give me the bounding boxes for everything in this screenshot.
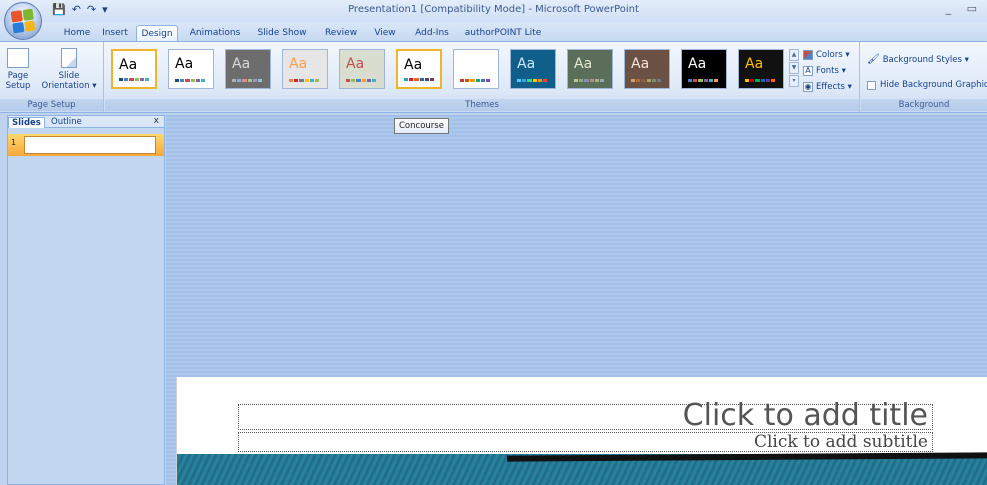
slide-number: 1 [11, 138, 17, 147]
theme-color-bars [517, 79, 548, 82]
theme-color-bars [404, 78, 435, 81]
office-button[interactable] [4, 2, 42, 40]
theme-color-bars [119, 78, 150, 81]
page-setup-label: Page Setup [5, 71, 31, 91]
background-styles-icon: 🖌 [867, 54, 880, 65]
slide-canvas[interactable]: Click to add title Click to add subtitle [176, 377, 987, 485]
theme-thumbnail[interactable]: Aa [453, 49, 499, 89]
tab-slides[interactable]: Slides [8, 117, 45, 128]
effects-button[interactable]: ◉ Effects ▾ [803, 82, 852, 92]
hide-background-graphics[interactable]: Hide Background Graphics [867, 80, 987, 90]
theme-thumbnail[interactable]: Aa [168, 49, 214, 89]
slides-panel: Slides Outline x 1 [7, 115, 165, 485]
title-placeholder[interactable]: Click to add title [238, 401, 933, 431]
theme-color-bars [460, 79, 491, 82]
tab-insert[interactable]: Insert [98, 25, 132, 42]
tab-add-ins[interactable]: Add-Ins [412, 25, 452, 42]
theme-color-bars [688, 79, 719, 82]
colors-icon [803, 50, 813, 60]
themes-group-label: Themes [105, 99, 859, 111]
hide-background-graphics-checkbox[interactable] [867, 80, 876, 90]
page-setup-button[interactable]: Page Setup [2, 48, 34, 91]
theme-color-bars [745, 79, 776, 82]
theme-thumbnail[interactable]: Aa [396, 49, 442, 89]
colors-label: Colors ▾ [816, 50, 850, 60]
ribbon: Page Setup Slide Orientation ▾ Page Setu… [0, 41, 987, 113]
fonts-label: Fonts ▾ [816, 66, 846, 76]
close-panel-icon[interactable]: x [154, 116, 159, 126]
theme-sample-text: Aa [688, 56, 707, 72]
gallery-up-icon[interactable]: ▲ [789, 49, 799, 61]
theme-sample-text: Aa [404, 57, 423, 73]
theme-thumbnail[interactable]: Aa [681, 49, 727, 89]
theme-sample-text: Aa [289, 56, 308, 72]
themes-group: Aa Aa Aa Aa Aa Aa Aa Aa Aa Aa Aa Aa ▲ ▼ ▾ Colors ▾ … [105, 42, 860, 112]
theme-sample-text: Aa [631, 56, 650, 72]
theme-gallery-scroll: ▲ ▼ ▾ [789, 49, 799, 88]
hide-background-graphics-label: Hide Background Graphics [880, 80, 987, 90]
office-logo-icon [10, 8, 36, 34]
slide-orientation-icon [61, 48, 77, 68]
theme-color-bars [232, 79, 263, 82]
panel-tabs: Slides Outline x [8, 116, 164, 128]
background-group-label: Background [861, 99, 987, 111]
slide-thumbnail[interactable] [24, 136, 156, 154]
theme-color-bars [289, 79, 320, 82]
tab-outline[interactable]: Outline [48, 117, 85, 128]
theme-sample-text: Aa [745, 56, 764, 72]
theme-thumbnail[interactable]: Aa [510, 49, 556, 89]
theme-color-bars [175, 79, 206, 82]
tab-view[interactable]: View [370, 25, 400, 42]
background-styles-label: Background Styles ▾ [882, 54, 969, 65]
theme-thumbnail[interactable]: Aa [567, 49, 613, 89]
page-setup-icon [7, 48, 29, 68]
theme-sample-text: Aa [119, 57, 138, 73]
theme-tooltip: Concourse [394, 118, 449, 134]
tab-authorpoint-lite[interactable]: authorPOINT Lite [462, 25, 544, 42]
window-title: Presentation1 [Compatibility Mode] - Mic… [348, 4, 639, 15]
theme-thumbnail[interactable]: Aa [282, 49, 328, 89]
theme-sample-text: Aa [460, 56, 479, 72]
subtitle-placeholder[interactable]: Click to add subtitle [238, 432, 933, 452]
theme-thumbnail[interactable]: Aa [624, 49, 670, 89]
background-styles-button[interactable]: 🖌 Background Styles ▾ [867, 54, 969, 65]
theme-sample-text: Aa [175, 56, 194, 72]
title-bar: 💾 ↶ ↷ ▾ Presentation1 [Compatibility Mod… [0, 0, 987, 22]
theme-color-bars [631, 79, 662, 82]
window-controls[interactable]: _ ▭ [946, 2, 983, 15]
theme-sample-text: Aa [232, 56, 251, 72]
fonts-button[interactable]: A Fonts ▾ [803, 66, 846, 76]
theme-color-bars [346, 79, 377, 82]
tab-design[interactable]: Design [136, 25, 178, 42]
theme-sample-text: Aa [574, 56, 593, 72]
slide-orientation-label: Slide Orientation ▾ [41, 71, 97, 91]
background-group: 🖌 Background Styles ▾ Hide Background Gr… [861, 42, 987, 112]
page-setup-group: Page Setup Slide Orientation ▾ Page Setu… [0, 42, 104, 112]
colors-button[interactable]: Colors ▾ [803, 50, 850, 60]
theme-thumbnail[interactable]: Aa [111, 49, 157, 89]
slide-orientation-button[interactable]: Slide Orientation ▾ [40, 48, 98, 91]
theme-thumbnail[interactable]: Aa [738, 49, 784, 89]
theme-sample-text: Aa [346, 56, 365, 72]
theme-thumbnail[interactable]: Aa [225, 49, 271, 89]
ribbon-tabs: Home Insert Design Animations Slide Show… [0, 22, 987, 42]
theme-thumbnail[interactable]: Aa [339, 49, 385, 89]
fonts-icon: A [803, 66, 813, 76]
page-setup-group-label: Page Setup [0, 99, 103, 111]
tab-review[interactable]: Review [320, 25, 362, 42]
tab-animations[interactable]: Animations [186, 25, 244, 42]
tab-home[interactable]: Home [58, 25, 96, 42]
gallery-down-icon[interactable]: ▼ [789, 62, 799, 74]
theme-sample-text: Aa [517, 56, 536, 72]
gallery-more-icon[interactable]: ▾ [789, 75, 799, 87]
effects-label: Effects ▾ [816, 82, 852, 92]
theme-color-bars [574, 79, 605, 82]
slide-thumbnail-row[interactable]: 1 [8, 134, 164, 156]
tab-slide-show[interactable]: Slide Show [254, 25, 310, 42]
effects-icon: ◉ [803, 82, 813, 92]
